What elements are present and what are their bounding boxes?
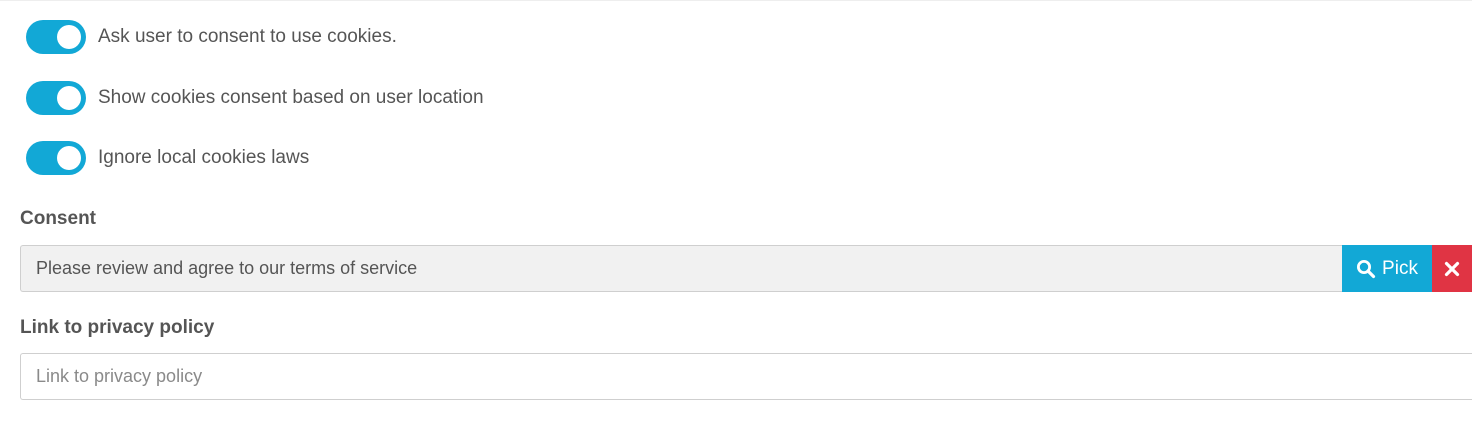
ask-consent-toggle[interactable] [26, 20, 86, 54]
consent-input-group: Please review and agree to our terms of … [20, 245, 1472, 292]
pick-button-label: Pick [1382, 257, 1418, 279]
ask-consent-label: Ask user to consent to use cookies. [98, 26, 397, 47]
close-icon [1444, 261, 1460, 276]
ignore-laws-toggle[interactable] [26, 141, 86, 175]
toggle-row-ignore-laws: Ignore local cookies laws [26, 141, 309, 175]
privacy-policy-label: Link to privacy policy [20, 317, 215, 338]
location-consent-toggle[interactable] [26, 81, 86, 115]
toggle-knob [57, 25, 81, 49]
pick-button[interactable]: Pick [1342, 245, 1432, 292]
ignore-laws-label: Ignore local cookies laws [98, 147, 310, 168]
consent-value: Please review and agree to our terms of … [36, 258, 418, 278]
toggle-knob [57, 146, 81, 170]
clear-button[interactable] [1432, 245, 1472, 292]
toggle-row-location-consent: Show cookies consent based on user locat… [26, 81, 484, 115]
toggle-row-ask-consent: Ask user to consent to use cookies. [26, 20, 397, 54]
consent-field[interactable]: Please review and agree to our terms of … [20, 245, 1342, 292]
privacy-policy-input[interactable] [20, 353, 1472, 400]
toggle-knob [57, 86, 81, 110]
search-icon [1357, 259, 1376, 278]
consent-label: Consent [20, 208, 96, 229]
location-consent-label: Show cookies consent based on user locat… [98, 87, 484, 108]
cookie-settings-form: Ask user to consent to use cookies. Show… [0, 0, 1472, 437]
